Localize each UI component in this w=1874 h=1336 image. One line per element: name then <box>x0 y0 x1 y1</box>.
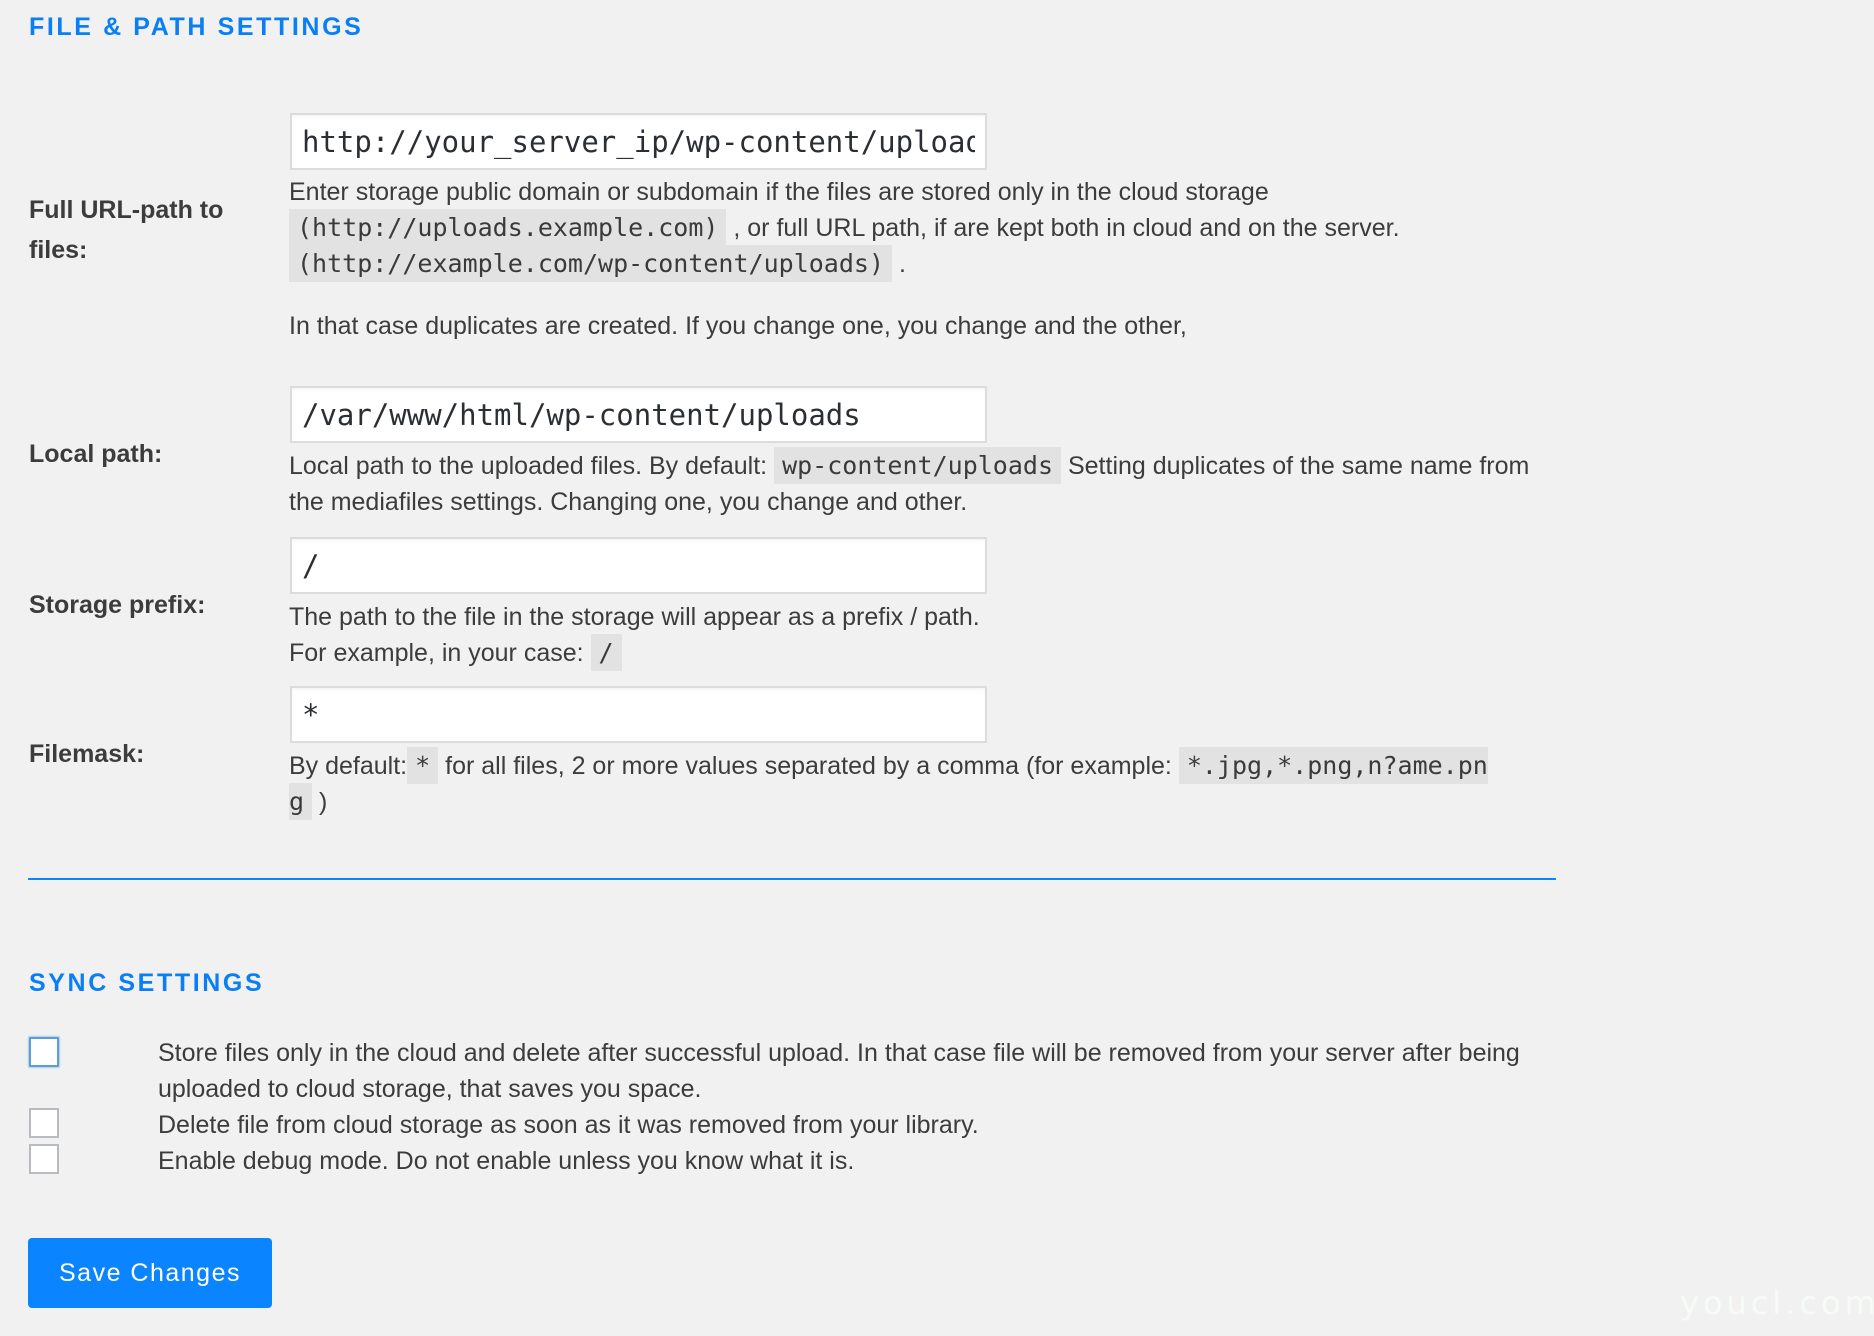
local-path-description: Local path to the uploaded files. By def… <box>289 447 1559 520</box>
full-url-input[interactable] <box>290 113 987 170</box>
storage-prefix-input[interactable] <box>290 537 987 594</box>
filemask-desc-text-3: ) <box>319 788 328 816</box>
store-only-in-cloud-checkbox[interactable] <box>29 1037 59 1067</box>
full-url-desc-text-3: . <box>898 250 906 278</box>
storage-prefix-desc-line2: For example, in your case: <box>289 639 584 667</box>
code-example-subdomain: (http://uploads.example.com) <box>289 209 727 246</box>
filemask-desc-text-2: for all files, 2 or more values separate… <box>445 752 1172 780</box>
storage-prefix-description: The path to the file in the storage will… <box>289 599 1559 671</box>
debug-mode-label: Enable debug mode. Do not enable unless … <box>158 1147 855 1175</box>
filemask-description: By default: * for all files, 2 or more va… <box>289 747 1504 820</box>
full-url-desc-line: Enter storage public domain or subdomain… <box>289 174 1559 282</box>
storage-prefix-label: Storage prefix: <box>29 591 206 619</box>
full-url-description: Enter storage public domain or subdomain… <box>289 174 1559 282</box>
code-prefix-example: / <box>590 634 622 671</box>
full-url-note: In that case duplicates are created. If … <box>289 312 1187 340</box>
delete-from-cloud-label: Delete file from cloud storage as soon a… <box>158 1111 979 1139</box>
delete-from-cloud-checkbox[interactable] <box>29 1108 59 1138</box>
debug-mode-checkbox[interactable] <box>29 1144 59 1174</box>
save-changes-button[interactable]: Save Changes <box>28 1238 272 1308</box>
code-example-full-path: (http://example.com/wp-content/uploads) <box>289 245 892 282</box>
full-url-desc-text: Enter storage public domain or subdomain… <box>289 178 1269 206</box>
filemask-desc-text: By default: <box>289 752 408 780</box>
code-default-local-path: wp-content/uploads <box>774 447 1062 484</box>
filemask-input[interactable] <box>290 686 987 743</box>
storage-prefix-desc-line1: The path to the file in the storage will… <box>289 603 980 631</box>
code-default-mask: * <box>407 747 439 784</box>
watermark: youcl.com <box>1680 1284 1874 1322</box>
filemask-label: Filemask: <box>29 740 145 768</box>
full-url-desc-text-2: , or full URL path, if are kept both in … <box>733 214 1400 242</box>
sync-settings-heading: SYNC SETTINGS <box>29 969 265 997</box>
full-url-label: Full URL-path to files: <box>29 196 224 264</box>
local-path-label: Local path: <box>29 440 163 468</box>
local-path-input[interactable] <box>290 386 987 443</box>
file-path-settings-heading: FILE & PATH SETTINGS <box>29 13 364 41</box>
section-divider <box>28 878 1556 880</box>
local-path-desc-text: Local path to the uploaded files. By def… <box>289 452 768 480</box>
store-only-in-cloud-label: Store files only in the cloud and delete… <box>158 1039 1520 1103</box>
